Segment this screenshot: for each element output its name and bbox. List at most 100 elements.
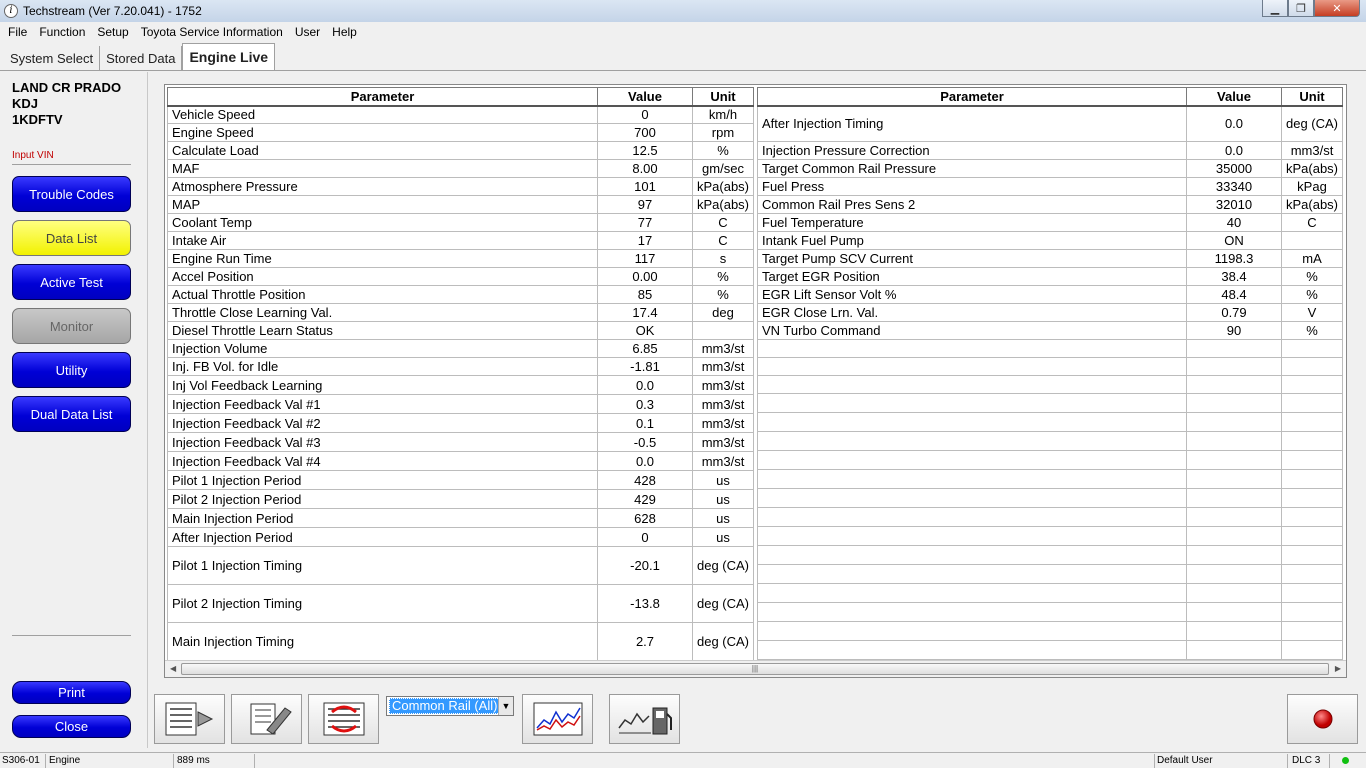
select-items-button[interactable] (154, 694, 225, 744)
minimize-button[interactable]: ▁ (1262, 0, 1288, 17)
table-row[interactable] (757, 431, 1343, 451)
table-row[interactable]: VN Turbo Command 90% (757, 321, 1343, 340)
table-row[interactable]: Injection Feedback Val #4 0.0 mm3/st (167, 451, 754, 471)
table-row[interactable]: Vehicle Speed 0 km/h (167, 105, 754, 124)
group-select[interactable]: Common Rail (All) ▼ (386, 696, 514, 716)
table-row[interactable]: Injection Feedback Val #2 0.1 mm3/st (167, 413, 754, 433)
table-row[interactable]: Pilot 2 Injection Period 429 us (167, 489, 754, 509)
table-row[interactable]: MAP 97 kPa(abs) (167, 195, 754, 214)
table-row[interactable] (757, 339, 1343, 358)
table-row[interactable]: Pilot 1 Injection Period 428 us (167, 470, 754, 490)
table-row[interactable]: Pilot 1 Injection Timing -20.1 deg (CA) (167, 546, 754, 585)
close-window-button[interactable]: ✕ (1314, 0, 1360, 17)
table-row[interactable]: Main Injection Period 628 us (167, 508, 754, 528)
header-value[interactable]: Value (1186, 87, 1282, 107)
dual-data-list-button[interactable]: Dual Data List (12, 396, 131, 432)
data-table-left: Parameter Value Unit Vehicle Speed 0 km/h E… (167, 87, 754, 661)
value-cell (1186, 507, 1282, 527)
table-row[interactable]: Coolant Temp 77 C (167, 213, 754, 232)
table-row[interactable]: Diesel Throttle Learn Status OK (167, 321, 754, 340)
table-row[interactable]: Target Pump SCV Current 1198.3 mA (757, 249, 1343, 268)
print-button[interactable]: Print (12, 681, 131, 704)
table-row[interactable] (757, 583, 1343, 603)
data-list-grid[interactable]: Parameter Value Unit Vehicle Speed 0 km/h E… (164, 84, 1347, 678)
menu-function[interactable]: Function (33, 25, 91, 39)
table-row[interactable] (757, 640, 1343, 660)
table-row[interactable]: Throttle Close Learning Val. 17.4 deg (167, 303, 754, 322)
table-row[interactable] (757, 357, 1343, 376)
header-value[interactable]: Value (597, 87, 693, 107)
table-row[interactable] (757, 469, 1343, 489)
input-vin-link[interactable]: Input VIN (12, 150, 54, 161)
graph-button[interactable] (522, 694, 593, 744)
table-row[interactable] (757, 602, 1343, 622)
close-button[interactable]: Close (12, 715, 131, 738)
scroll-right-icon[interactable]: ▶ (1335, 664, 1341, 673)
menu-setup[interactable]: Setup (91, 25, 134, 39)
table-row[interactable]: Injection Volume 6.85 mm3/st (167, 339, 754, 358)
menu-user[interactable]: User (289, 25, 326, 39)
header-parameter[interactable]: Parameter (167, 87, 598, 107)
tab-engine-live[interactable]: Engine Live (182, 43, 276, 70)
table-row[interactable]: Engine Run Time 117 s (167, 249, 754, 268)
table-row[interactable]: EGR Lift Sensor Volt % 48.4% (757, 285, 1343, 304)
info-icon[interactable]: i (4, 4, 18, 18)
table-row[interactable]: Target EGR Position 38.4% (757, 267, 1343, 286)
table-row[interactable]: Fuel Press 33340 kPag (757, 177, 1343, 196)
table-row[interactable]: Injection Feedback Val #3 -0.5 mm3/st (167, 432, 754, 452)
table-row[interactable] (757, 507, 1343, 527)
chevron-down-icon[interactable]: ▼ (498, 697, 513, 715)
table-row[interactable]: Calculate Load 12.5% (167, 141, 754, 160)
table-row[interactable] (757, 375, 1343, 394)
fuel-graph-button[interactable] (609, 694, 680, 744)
table-row[interactable]: Common Rail Pres Sens 2 32010 kPa(abs) (757, 195, 1343, 214)
menu-help[interactable]: Help (326, 25, 363, 39)
table-row[interactable]: Injection Pressure Correction 0.0 mm3/st (757, 141, 1343, 160)
swap-list-button[interactable] (308, 694, 379, 744)
table-row[interactable]: Engine Speed 700 rpm (167, 123, 754, 142)
horizontal-scrollbar[interactable]: ◀ ||| ▶ (165, 660, 1346, 677)
header-unit[interactable]: Unit (1281, 87, 1343, 107)
table-row[interactable]: Target Common Rail Pressure 35000 kPa(abs) (757, 159, 1343, 178)
table-row[interactable]: Accel Position 0.00% (167, 267, 754, 286)
table-row[interactable]: Actual Throttle Position 85% (167, 285, 754, 304)
maximize-button[interactable]: ❐ (1288, 0, 1314, 17)
table-row[interactable] (757, 545, 1343, 565)
tab-stored-data[interactable]: Stored Data (100, 46, 183, 70)
table-row[interactable]: Intank Fuel Pump ON (757, 231, 1343, 250)
table-row[interactable]: Inj Vol Feedback Learning 0.0 mm3/st (167, 375, 754, 395)
data-list-button[interactable]: Data List (12, 220, 131, 256)
table-row[interactable] (757, 621, 1343, 641)
header-parameter[interactable]: Parameter (757, 87, 1187, 107)
table-row[interactable] (757, 450, 1343, 470)
trouble-codes-button[interactable]: Trouble Codes (12, 176, 131, 212)
table-row[interactable] (757, 564, 1343, 584)
scrollbar-thumb[interactable]: ||| (181, 663, 1329, 675)
table-row[interactable]: Atmosphere Pressure 101 kPa(abs) (167, 177, 754, 196)
header-unit[interactable]: Unit (692, 87, 754, 107)
table-row[interactable]: MAF 8.00 gm/sec (167, 159, 754, 178)
menu-toyota-service-information[interactable]: Toyota Service Information (135, 25, 289, 39)
manual-button[interactable] (231, 694, 302, 744)
table-row[interactable]: After Injection Timing 0.0 deg (CA) (757, 105, 1343, 142)
scroll-left-icon[interactable]: ◀ (170, 664, 176, 673)
table-row[interactable] (757, 393, 1343, 413)
table-row[interactable]: Pilot 2 Injection Timing -13.8 deg (CA) (167, 584, 754, 623)
menu-file[interactable]: File (2, 25, 33, 39)
table-row[interactable] (757, 412, 1343, 432)
unit-cell: kPa(abs) (692, 195, 754, 214)
table-row[interactable]: Fuel Temperature 40 C (757, 213, 1343, 232)
table-row[interactable]: Main Injection Timing 2.7 deg (CA) (167, 622, 754, 661)
utility-button[interactable]: Utility (12, 352, 131, 388)
table-row[interactable]: EGR Close Lrn. Val. 0.79 V (757, 303, 1343, 322)
table-row[interactable]: After Injection Period 0 us (167, 527, 754, 547)
active-test-button[interactable]: Active Test (12, 264, 131, 300)
table-row[interactable]: Inj. FB Vol. for Idle -1.81 mm3/st (167, 357, 754, 376)
table-row[interactable] (757, 488, 1343, 508)
tab-system-select[interactable]: System Select (4, 46, 101, 70)
table-row[interactable]: Injection Feedback Val #1 0.3 mm3/st (167, 394, 754, 414)
table-row[interactable] (757, 526, 1343, 546)
table-row[interactable]: Intake Air 17 C (167, 231, 754, 250)
monitor-button[interactable]: Monitor (12, 308, 131, 344)
record-button[interactable] (1287, 694, 1358, 744)
